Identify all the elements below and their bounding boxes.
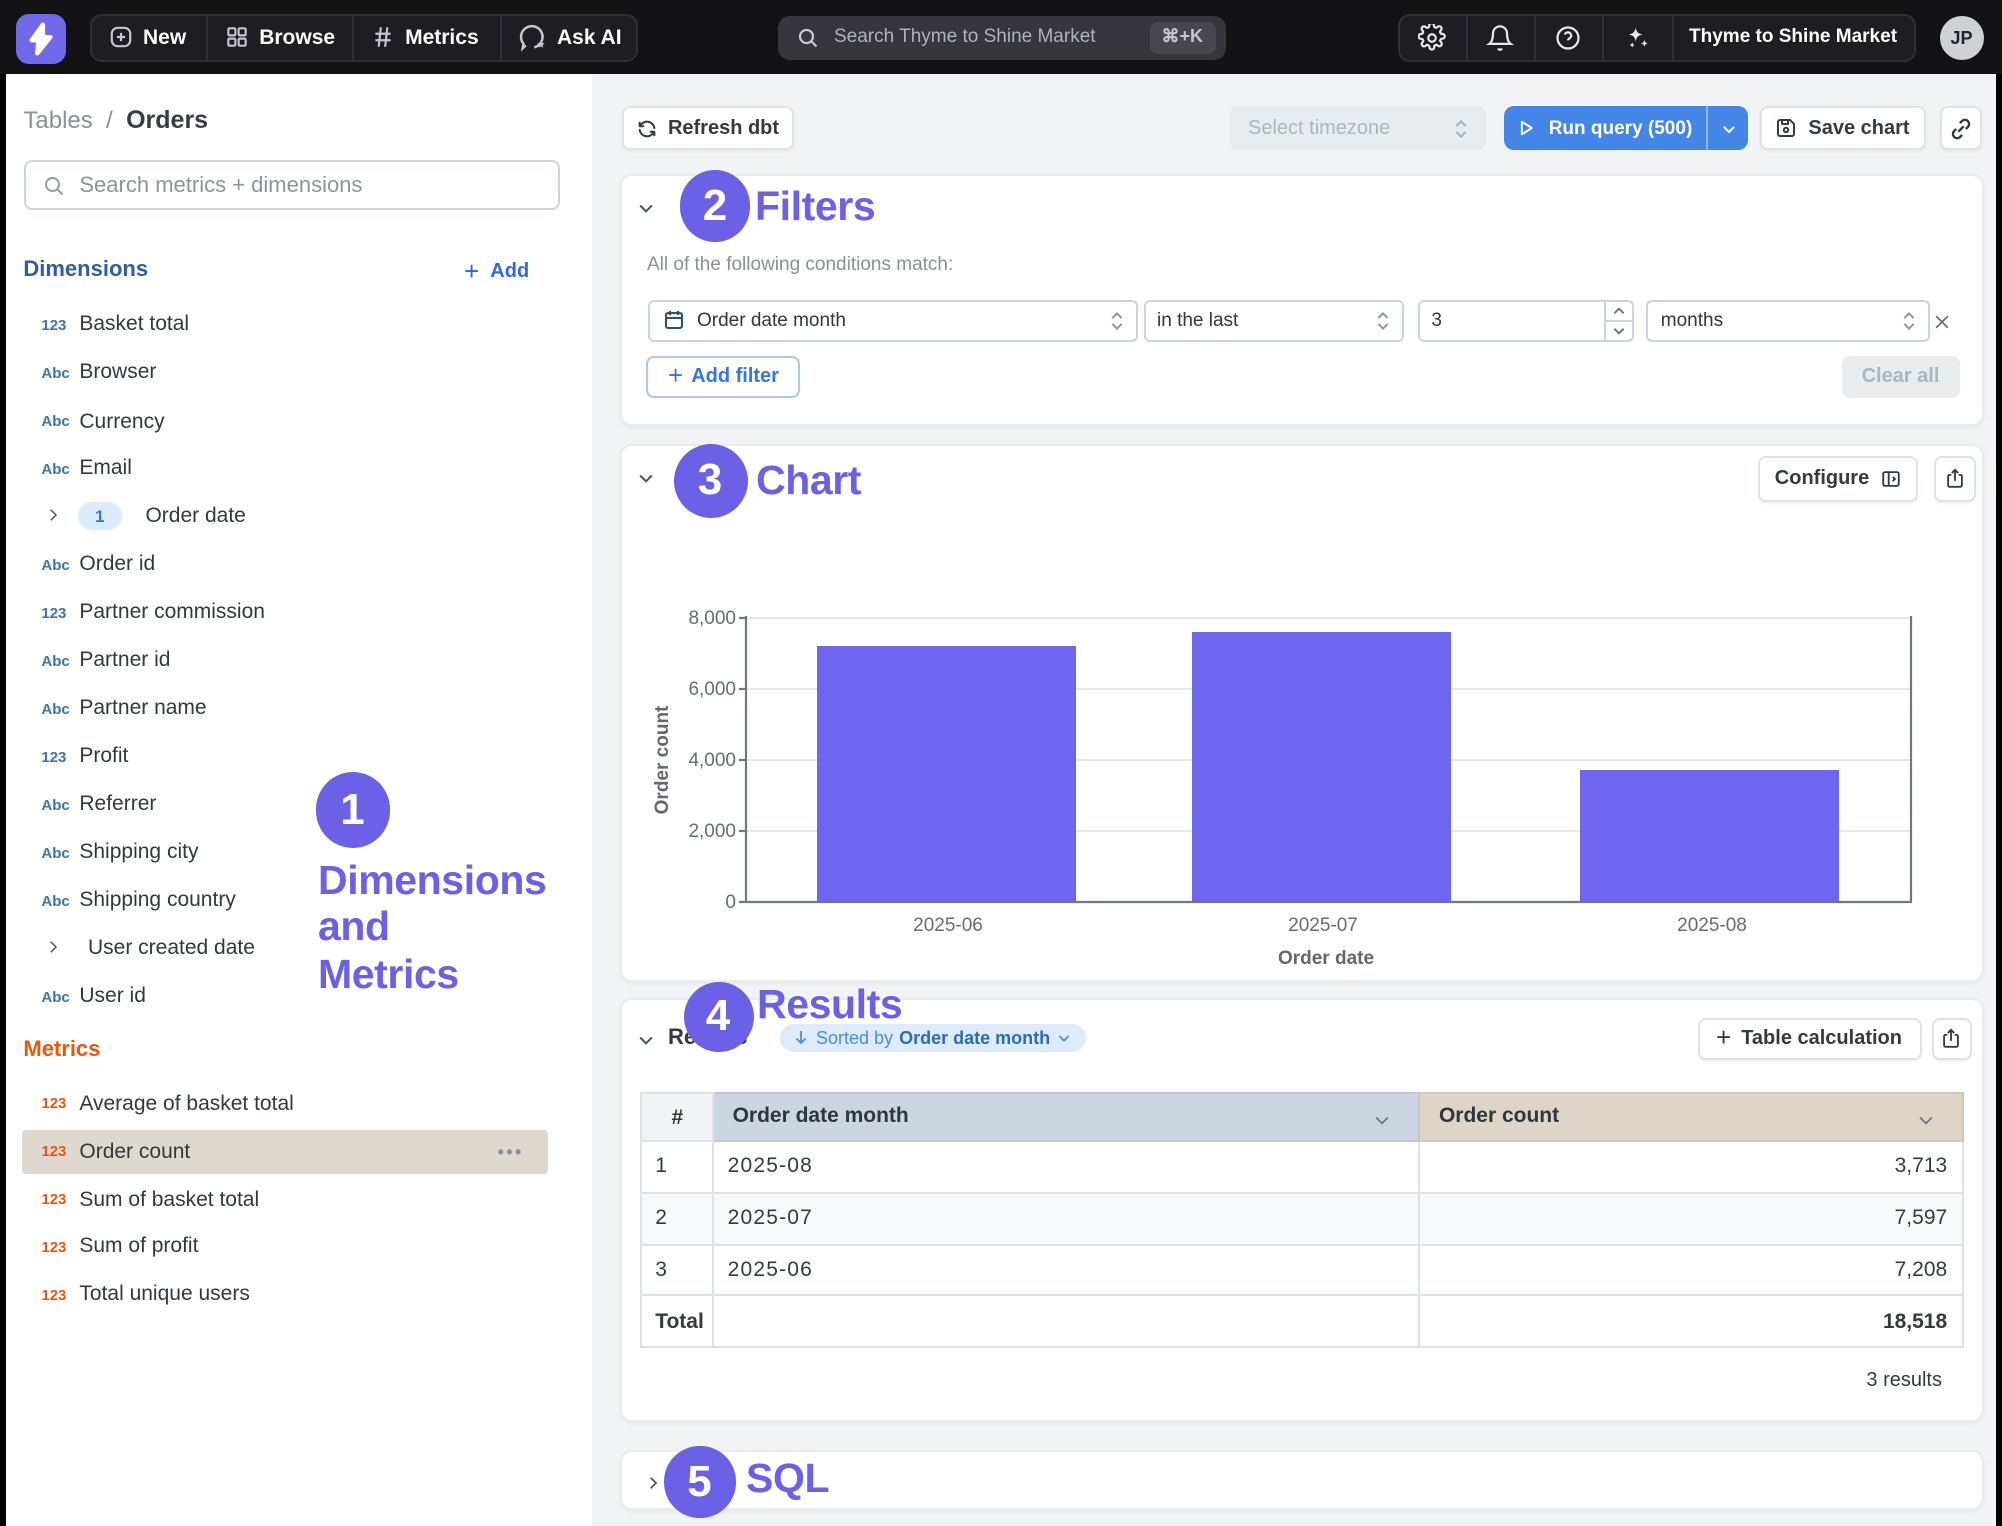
svg-text:2025-07: 2025-07	[1288, 915, 1358, 936]
svg-text:2,000: 2,000	[688, 821, 736, 842]
svg-text:6,000: 6,000	[688, 679, 736, 700]
svg-text:2025-08: 2025-08	[1677, 915, 1747, 936]
svg-text:8,000: 8,000	[688, 608, 736, 629]
svg-text:Order count: Order count	[652, 705, 673, 814]
svg-text:0: 0	[725, 892, 736, 913]
svg-text:4,000: 4,000	[688, 750, 736, 771]
svg-text:2025-06: 2025-06	[913, 915, 983, 936]
svg-text:Order date: Order date	[1278, 948, 1374, 969]
